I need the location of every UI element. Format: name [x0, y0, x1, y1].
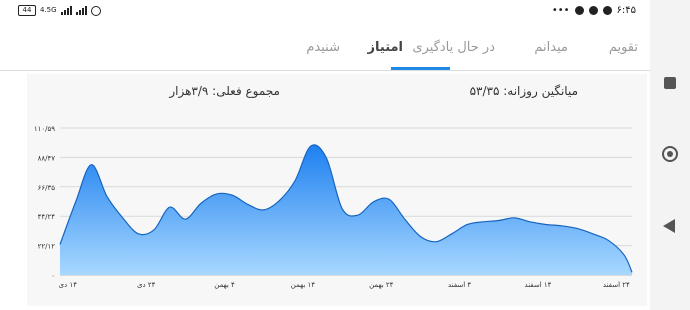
data-point [279, 200, 280, 201]
data-point [577, 228, 578, 229]
data-point [326, 157, 327, 158]
data-point [106, 196, 107, 197]
data-point [483, 221, 484, 222]
data-point [247, 204, 248, 205]
data-point [310, 145, 311, 146]
data-point [216, 193, 217, 194]
data-point [388, 199, 389, 200]
data-point [530, 221, 531, 222]
x-tick-label: ۱۴ اسفند [525, 281, 552, 289]
x-tick-label: ۱۴ بهمن [291, 281, 316, 289]
data-point [91, 164, 92, 165]
x-tick-label: ۱۴ دی [59, 281, 78, 289]
x-tick-label: ۴ اسفند [448, 281, 471, 289]
data-point [294, 180, 295, 181]
data-point [232, 195, 233, 196]
data-point [263, 209, 264, 210]
data-point [185, 219, 186, 220]
back-button[interactable] [663, 219, 675, 233]
data-point [436, 241, 437, 242]
data-point [592, 233, 593, 234]
x-tick-label: ۲۴ دی [137, 281, 156, 289]
data-point [122, 217, 123, 218]
recent-apps-button[interactable] [664, 77, 676, 89]
data-point [75, 201, 76, 202]
y-tick-label: ۲۲/۱۲ [38, 243, 56, 251]
x-tick-label: ۴ بهمن [214, 281, 235, 289]
data-point [545, 224, 546, 225]
data-point [624, 254, 625, 255]
y-tick-label: ۰ [51, 272, 55, 280]
data-point [631, 272, 632, 273]
data-point [153, 229, 154, 230]
data-point [138, 233, 139, 234]
x-tick-label: ۲۴ بهمن [369, 281, 394, 289]
y-tick-label: ۱۱۰/۵۹ [34, 125, 55, 133]
home-button[interactable] [662, 146, 678, 162]
data-point [498, 220, 499, 221]
data-point [404, 219, 405, 220]
data-point [357, 215, 358, 216]
data-point [169, 207, 170, 208]
score-area-fill [60, 144, 632, 275]
y-tick-label: ۸۸/۴۷ [38, 154, 56, 162]
data-point [200, 203, 201, 204]
x-tick-label: ۲۴ اسفند [603, 281, 630, 289]
data-point [451, 233, 452, 234]
y-tick-label: ۴۴/۲۴ [38, 213, 56, 221]
data-point [420, 236, 421, 237]
data-point [608, 240, 609, 241]
data-point [561, 225, 562, 226]
data-point [514, 217, 515, 218]
y-tick-label: ۶۶/۳۵ [38, 184, 56, 192]
data-point [59, 244, 60, 245]
data-point [341, 208, 342, 209]
score-chart: ۰ ۲۲/۱۲ ۴۴/۲۴ ۶۶/۳۵ ۸۸/۴۷ ۱۱۰/۵۹ ۱۴ دی ۲۴ دی ۴ ب… [34, 125, 633, 289]
data-point [467, 224, 468, 225]
data-point [373, 201, 374, 202]
